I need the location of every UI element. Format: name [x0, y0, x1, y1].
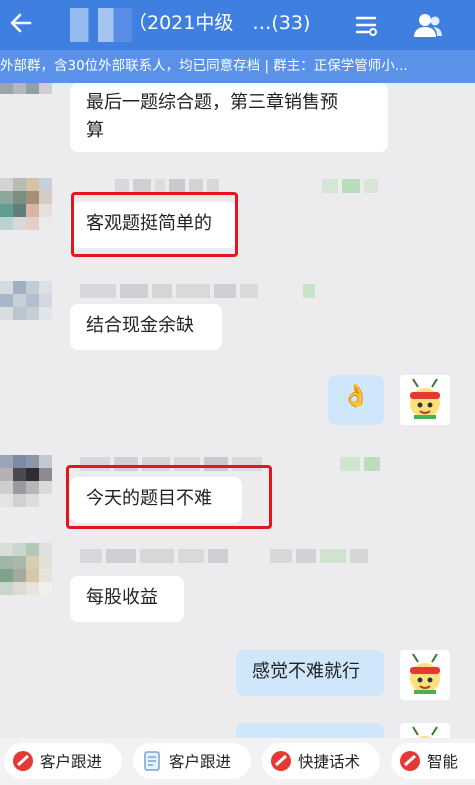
sender-name-blurred	[80, 549, 228, 563]
quick-phrases-button[interactable]: 快捷话术	[262, 743, 380, 779]
avatar[interactable]	[0, 178, 52, 230]
message-text: 结合现金余缺	[86, 315, 194, 336]
cartoon-bee-avatar-icon	[410, 653, 440, 694]
cartoon-bee-avatar-icon	[410, 378, 440, 419]
my-message-bubble[interactable]	[236, 723, 384, 738]
sender-name-blurred	[115, 179, 219, 193]
cartoon-bee-avatar-icon	[412, 726, 438, 738]
my-avatar[interactable]	[400, 723, 450, 738]
chat-header: （2021中级 …(33)	[0, 0, 475, 50]
message-text: 每股收益	[86, 587, 158, 608]
no-entry-red-icon	[400, 751, 420, 771]
chip-label: 智能	[427, 753, 459, 771]
my-avatar[interactable]	[400, 375, 450, 425]
quick-action-toolbar: 客户跟进 客户跟进 快捷话术 智能	[0, 738, 475, 785]
chip-label: 客户跟进	[40, 753, 103, 771]
avatar[interactable]	[0, 543, 52, 595]
sender-tag-blurred	[303, 284, 315, 298]
highlight-box	[71, 192, 238, 257]
sender-name-blurred	[80, 284, 258, 298]
customer-followup-doc-button[interactable]: 客户跟进	[133, 743, 251, 779]
message-text-line: 算	[86, 120, 104, 141]
sender-tag-blurred	[270, 549, 368, 563]
back-arrow-icon[interactable]	[8, 10, 34, 36]
chip-label: 快捷话术	[298, 753, 361, 771]
group-notice-bar[interactable]: 外部群，含30位外部联系人，均已同意存档 | 群主：正保学管师小...	[0, 50, 475, 83]
sender-tag-blurred	[322, 179, 378, 193]
no-entry-red-icon	[271, 751, 291, 771]
customer-followup-button[interactable]: 客户跟进	[4, 743, 122, 779]
highlight-box	[66, 465, 272, 529]
document-icon	[144, 751, 160, 771]
message-text: 感觉不难就行	[252, 661, 360, 682]
message-text-line: 最后一题综合题，第三章销售预	[86, 92, 338, 113]
my-message-bubble[interactable]: 感觉不难就行	[236, 650, 384, 696]
message-bubble[interactable]: 每股收益	[70, 576, 184, 622]
no-entry-red-icon	[13, 751, 33, 771]
ok-hand-emoji: 👌	[342, 384, 370, 409]
message-bubble[interactable]: 结合现金余缺	[70, 304, 222, 350]
my-message-bubble[interactable]: 👌	[328, 375, 384, 425]
smart-button[interactable]: 智能	[391, 743, 475, 779]
chat-title[interactable]: （2021中级 …(33)	[128, 10, 310, 36]
message-bubble[interactable]: 最后一题综合题，第三章销售预 算	[70, 83, 388, 152]
my-avatar[interactable]	[400, 650, 450, 700]
blurred-group-name	[70, 8, 132, 42]
sender-tag-blurred	[340, 457, 380, 471]
avatar[interactable]	[0, 281, 52, 333]
avatar[interactable]	[0, 83, 52, 107]
chip-label: 客户跟进	[169, 753, 232, 771]
message-list[interactable]: 最后一题综合题，第三章销售预 算 客观题挺简单的 结合现金余缺 👌 今天的题目不…	[0, 83, 475, 738]
group-members-icon[interactable]	[413, 12, 443, 38]
avatar[interactable]	[0, 455, 52, 507]
menu-list-icon[interactable]	[355, 14, 377, 36]
